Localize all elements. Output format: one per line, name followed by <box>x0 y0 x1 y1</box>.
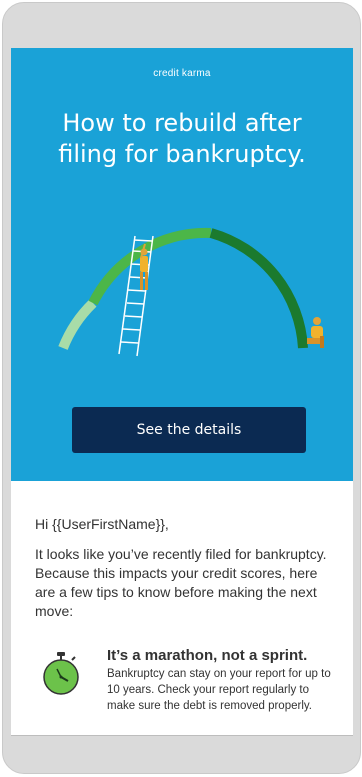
scroll-divider <box>11 735 353 736</box>
tip-description: Bankruptcy can stay on your report for u… <box>107 668 331 712</box>
climbing-person-figure <box>140 243 148 290</box>
arc-segment-light <box>58 299 97 350</box>
see-details-button[interactable]: See the details <box>72 407 306 453</box>
headline-line-2: filing for bankruptcy. <box>58 140 306 168</box>
hero-headline: How to rebuild after filing for bankrupt… <box>21 108 343 170</box>
greeting: Hi {{UserFirstName}}, <box>35 516 169 532</box>
phone-frame: credit karma How to rebuild after filing… <box>2 2 361 774</box>
tip-item: It’s a marathon, not a sprint. Bankruptc… <box>35 646 345 736</box>
stopwatch-icon <box>43 652 79 695</box>
crouching-person-figure <box>307 317 324 348</box>
headline-line-1: How to rebuild after <box>62 109 302 137</box>
intro-paragraph: It looks like you’ve recently filed for … <box>35 546 327 619</box>
credit-score-arc-illustration <box>58 227 324 357</box>
tip-title: It’s a marathon, not a sprint. <box>107 647 308 664</box>
hero-banner: credit karma How to rebuild after filing… <box>11 48 353 481</box>
brand-logo: credit karma <box>153 68 211 79</box>
arc-segment-dark <box>209 228 308 349</box>
email-screen[interactable]: credit karma How to rebuild after filing… <box>11 48 353 736</box>
